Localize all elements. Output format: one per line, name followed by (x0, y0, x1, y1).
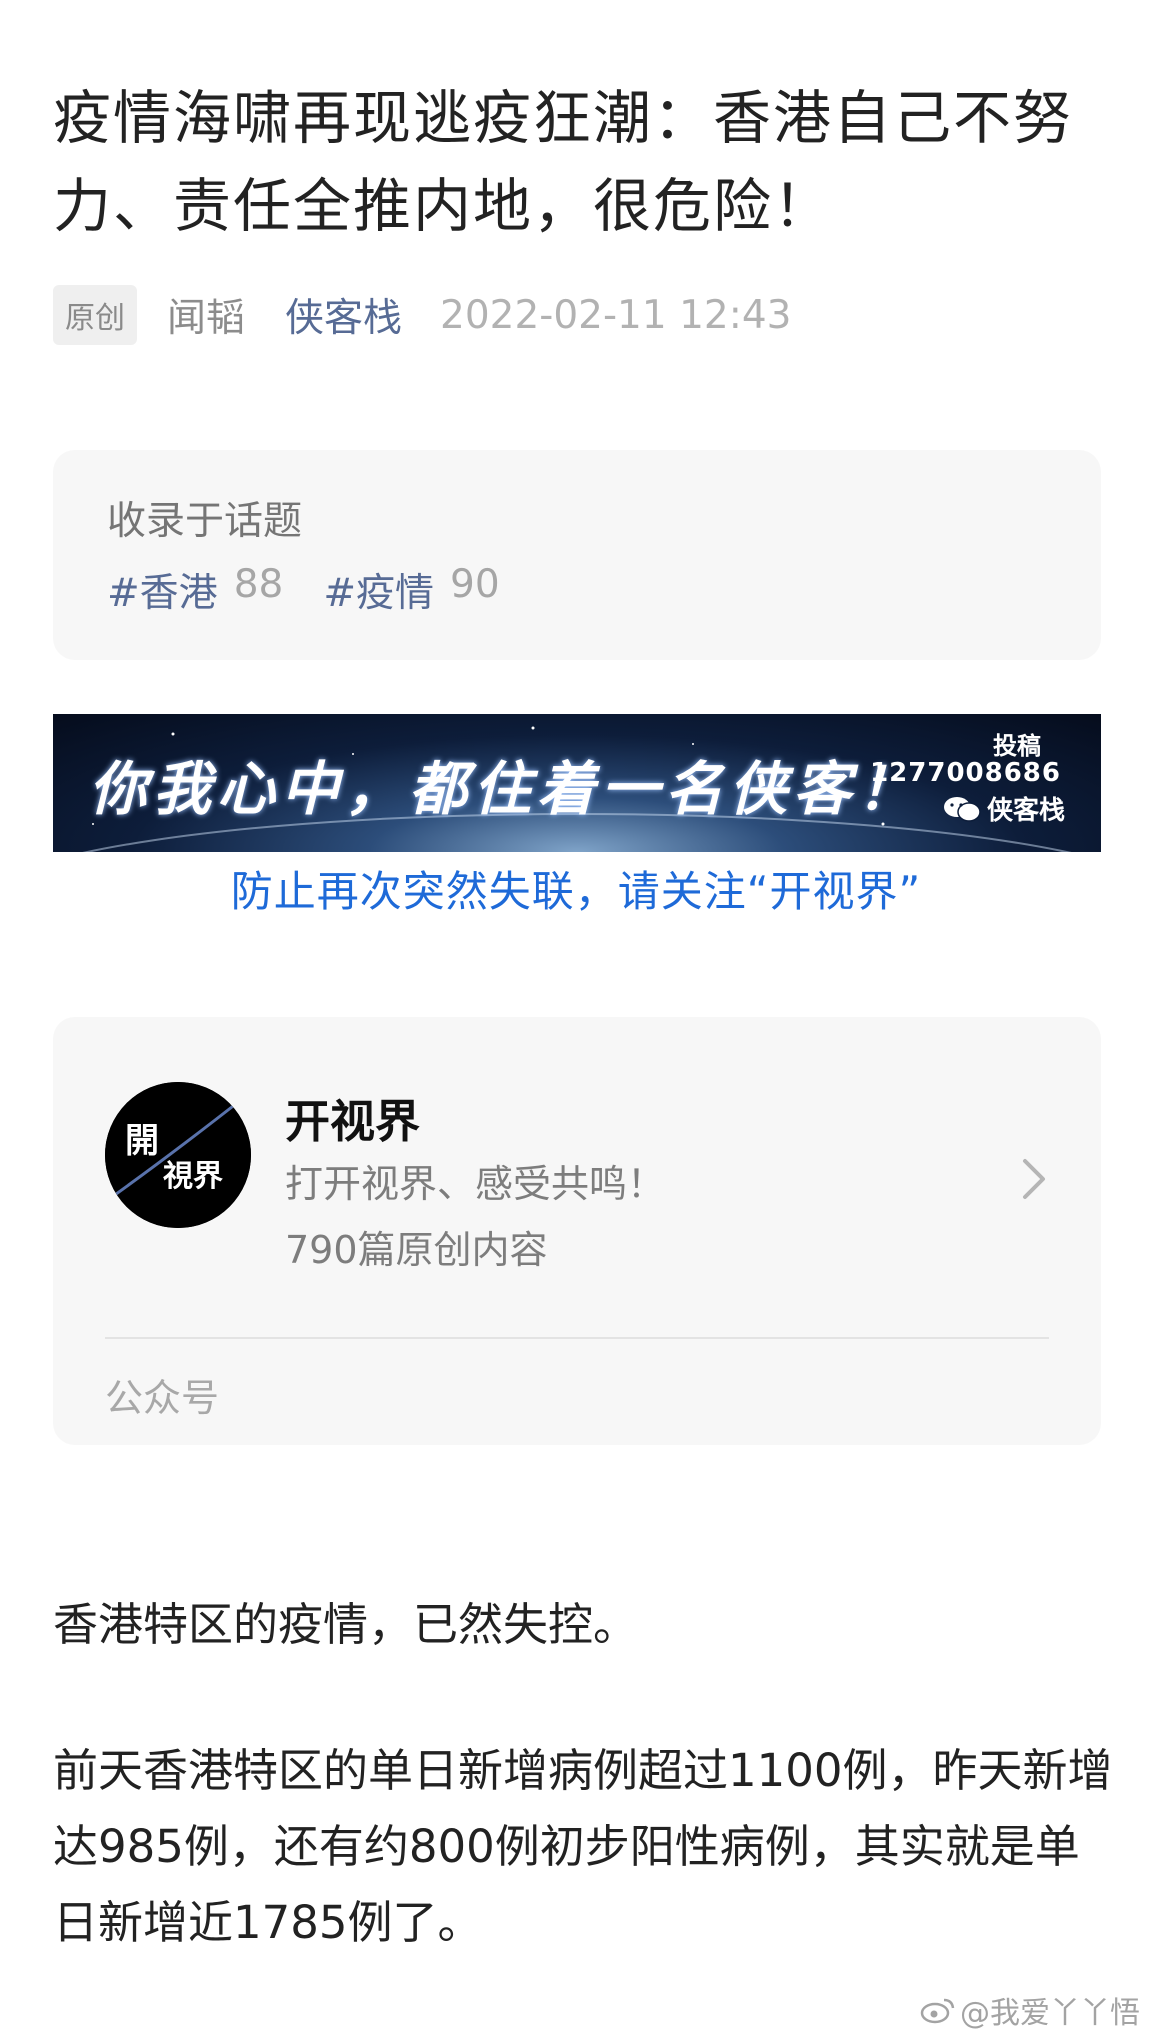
avatar-image: 開 視界 (105, 1082, 251, 1228)
banner-slogan: 你我心中，都住着一名侠客！ (89, 755, 922, 823)
avatar-text-2: 視界 (163, 1159, 223, 1194)
topic-tag-name: #疫情 (323, 571, 435, 616)
weibo-icon (920, 1998, 955, 2024)
topic-tags: #香港 88 #疫情 90 (107, 562, 540, 618)
publish-time: 2022-02-11 12:43 (440, 292, 792, 338)
banner-phone: 1277008686 (870, 758, 1061, 788)
body-paragraph: 香港特区的疫情，已然失控。 (53, 1598, 639, 1651)
banner-brand-name: 侠客栈 (986, 796, 1065, 826)
article-title: 疫情海啸再现逃疫狂潮：香港自己不努力、责任全推内地，很危险！ (53, 84, 1074, 240)
watermark-text: @我爱丫丫悟 (960, 1996, 1140, 2031)
topic-tag-count: 90 (450, 562, 500, 607)
divider (105, 1337, 1049, 1339)
topic-heading: 收录于话题 (107, 499, 303, 544)
original-badge: 原创 (53, 285, 137, 345)
topic-tag-epidemic[interactable]: #疫情 90 (323, 562, 499, 618)
article-meta: 原创 闻韬 侠客栈 2022-02-11 12:43 (53, 285, 792, 345)
chevron-right-icon[interactable] (1019, 1157, 1049, 1201)
body-paragraph: 前天香港特区的单日新增病例超过1100例，昨天新增达985例，还有约800例初步… (53, 1744, 1113, 1949)
avatar: 開 視界 (105, 1082, 251, 1228)
account-link[interactable]: 侠客栈 (285, 287, 402, 343)
topic-tag-name: #香港 (107, 571, 218, 616)
topic-tag-count: 88 (233, 562, 284, 607)
watermark: @我爱丫丫悟 (920, 1988, 1140, 2032)
account-card[interactable]: 開 視界 开视界 打开视界、感受共鸣！ 790篇原创内容 公众号 (53, 1017, 1101, 1445)
account-article-count: 790篇原创内容 (285, 1228, 548, 1272)
topic-card: 收录于话题 #香港 88 #疫情 90 (53, 450, 1101, 660)
banner-submit-label: 投稿 (993, 732, 1041, 760)
follow-notice[interactable]: 防止再次突然失联，请关注“开视界” (0, 858, 1152, 919)
topic-tag-hongkong[interactable]: #香港 88 (107, 562, 283, 618)
account-type-label: 公众号 (105, 1376, 220, 1420)
account-slogan: 打开视界、感受共鸣！ (285, 1162, 666, 1206)
banner-brand: 侠客栈 (943, 790, 1065, 827)
account-name: 开视界 (285, 1095, 421, 1148)
wechat-icon (943, 796, 981, 822)
promo-banner[interactable]: 你我心中，都住着一名侠客！ 投稿 1277008686 侠客栈 (53, 714, 1101, 852)
author-name: 闻韬 (167, 296, 246, 341)
avatar-text-1: 開 (125, 1121, 159, 1161)
